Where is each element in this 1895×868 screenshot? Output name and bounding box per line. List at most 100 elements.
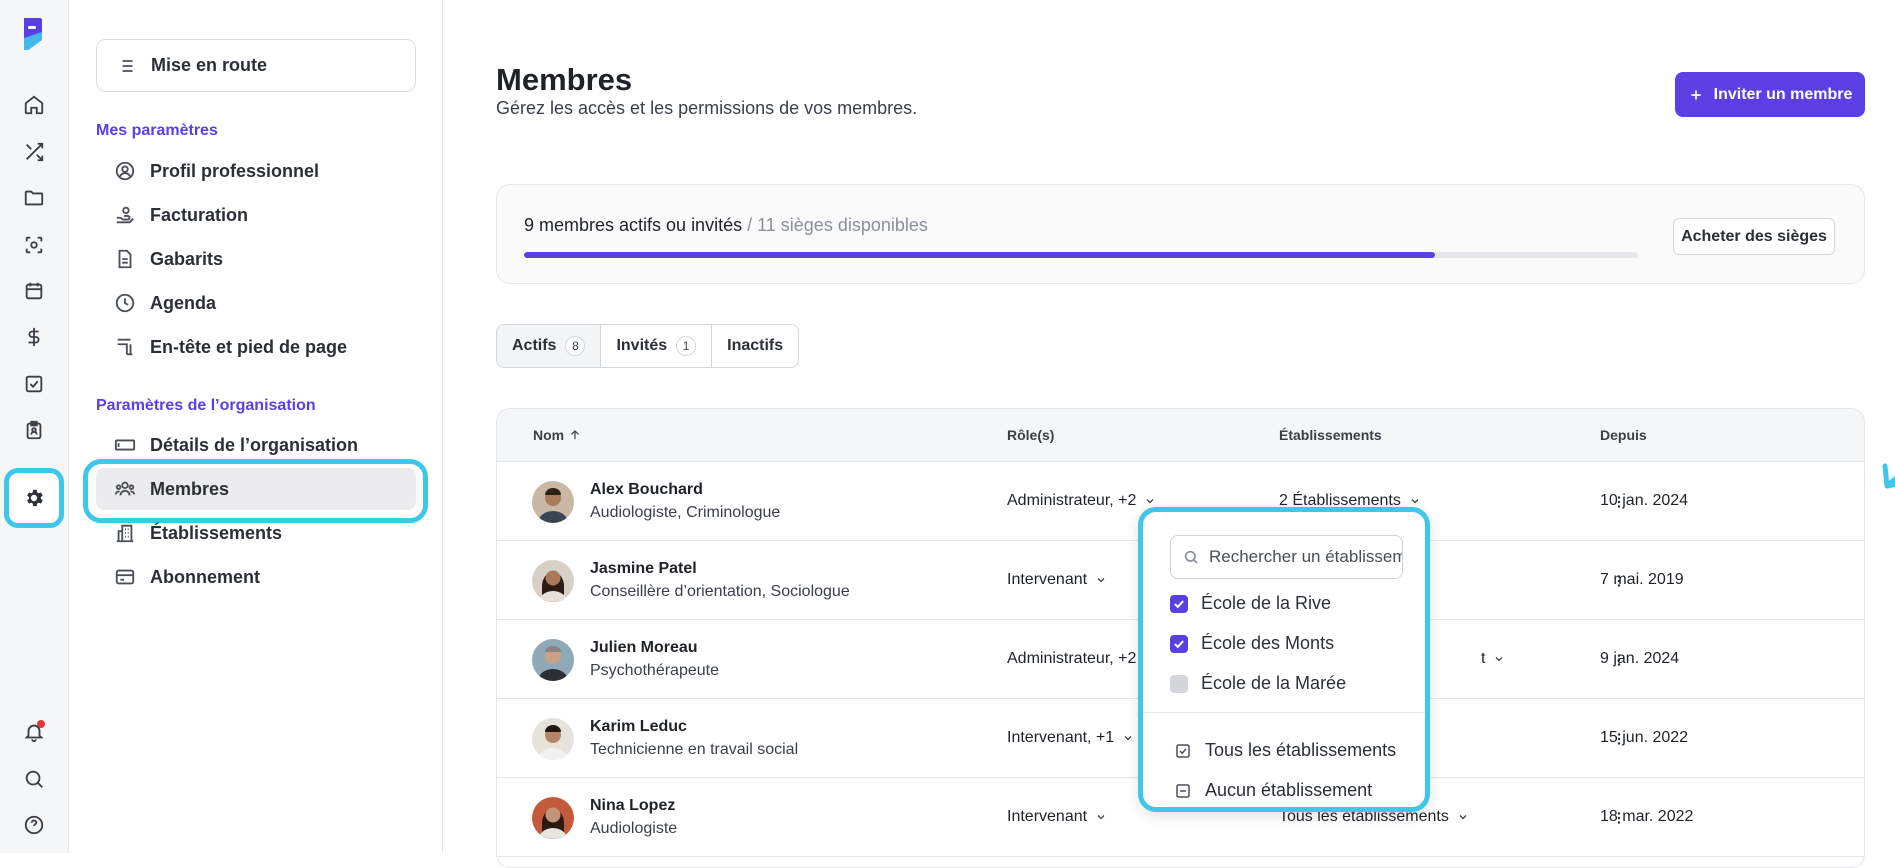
nav-item-agenda[interactable]: Agenda <box>96 282 416 324</box>
nav-item-subscription[interactable]: Abonnement <box>96 556 416 598</box>
col-header-label: Nom <box>533 427 565 443</box>
row-menu-button[interactable] <box>1607 806 1631 830</box>
check-square-icon <box>1176 743 1190 758</box>
member-status-tabs: Actifs 8 Invités 1 Inactifs <box>496 324 800 368</box>
establishment-option[interactable]: École de la Rive <box>1170 593 1331 614</box>
role-dropdown[interactable]: Administrateur, +2 <box>1007 650 1136 668</box>
icon-rail <box>0 0 69 853</box>
role-value: Intervenant <box>1007 571 1088 588</box>
establishments-dropdown[interactable]: t <box>1481 650 1505 668</box>
kebab-menu-icon <box>1617 654 1621 666</box>
calendar-icon[interactable] <box>20 277 48 305</box>
invite-member-button[interactable]: Inviter un membre <box>1675 72 1865 117</box>
billing-hand-icon <box>116 206 134 224</box>
nav-label: Abonnement <box>150 566 260 587</box>
member-title: Technicienne en travail social <box>590 741 799 758</box>
nav-item-billing[interactable]: Facturation <box>96 194 416 236</box>
search-icon[interactable] <box>20 765 48 793</box>
nav-item-templates[interactable]: Gabarits <box>96 238 416 280</box>
chevron-down-icon <box>1097 578 1105 583</box>
option-label: École de la Rive <box>1201 593 1332 613</box>
role-dropdown[interactable]: Intervenant <box>1007 808 1107 826</box>
tab-invited[interactable]: Invités 1 <box>601 325 713 367</box>
building-icon <box>116 524 134 543</box>
nav-label: Profil professionnel <box>150 160 320 181</box>
help-icon[interactable] <box>20 811 48 839</box>
establishments-dropdown-menu: École de la Rive École des Monts École d… <box>1138 507 1430 812</box>
nav-item-header-footer[interactable]: En-tête et pied de page <box>96 326 416 368</box>
nav-item-establishments[interactable]: Établissements <box>96 512 416 554</box>
member-title: Audiologiste, Criminologue <box>590 504 781 521</box>
card-icon <box>114 439 136 451</box>
settings-sidebar: Mise en route Mes paramètres Profil prof… <box>69 0 443 853</box>
invite-label: Inviter un membre <box>1713 85 1853 103</box>
org-settings-title: Paramètres de l’organisation <box>96 397 316 414</box>
header-footer-icon <box>117 338 133 356</box>
dollar-icon[interactable] <box>20 323 48 351</box>
task-icon[interactable] <box>20 370 48 398</box>
member-title: Conseillère d’orientation, Sociologue <box>590 583 850 600</box>
option-label: École de la Marée <box>1201 673 1347 693</box>
establishment-option[interactable]: École de la Marée <box>1170 673 1346 694</box>
col-header-roles[interactable]: Rôle(s) <box>1007 427 1054 443</box>
row-menu-button[interactable] <box>1607 727 1631 751</box>
checkbox-checked[interactable] <box>1170 634 1188 653</box>
chevron-down-icon <box>1097 815 1105 820</box>
nav-label: Établissements <box>150 522 283 543</box>
scan-icon[interactable] <box>20 231 48 259</box>
app-logo[interactable] <box>22 16 44 52</box>
role-value: Administrateur, +2 <box>1007 650 1137 667</box>
seats-count: 9 membres actifs ou invités <box>524 215 743 235</box>
divider <box>1143 712 1425 713</box>
row-menu-button[interactable] <box>1607 569 1631 593</box>
buy-seats-button[interactable]: Acheter des sièges <box>1673 218 1835 255</box>
select-none-action[interactable]: Aucun établissement <box>1174 780 1372 801</box>
tab-count: 8 <box>565 336 586 356</box>
credit-card-icon <box>115 569 135 585</box>
establishment-option[interactable]: École des Monts <box>1170 633 1334 654</box>
role-dropdown[interactable]: Intervenant, +1 <box>1007 729 1134 747</box>
chevron-down-icon <box>1146 499 1154 504</box>
home-icon[interactable] <box>20 91 48 119</box>
role-dropdown[interactable]: Intervenant <box>1007 571 1107 589</box>
clipboard-icon[interactable] <box>20 416 48 444</box>
table-header: Nom Rôle(s) Établissements Depuis <box>497 409 1864 462</box>
row-menu-button[interactable] <box>1607 648 1631 672</box>
establishment-search[interactable] <box>1170 535 1403 579</box>
bell-icon[interactable] <box>20 718 48 746</box>
checkbox-checked[interactable] <box>1170 594 1188 613</box>
tab-inactive[interactable]: Inactifs <box>712 325 798 367</box>
user-circle-icon <box>115 161 135 181</box>
tab-count: 1 <box>676 336 697 356</box>
establishments-value: t <box>1481 650 1486 667</box>
member-name: Nina Lopez <box>590 797 676 814</box>
avatar <box>532 639 574 681</box>
nav-label: En-tête et pied de page <box>150 336 348 357</box>
onboarding-button[interactable]: Mise en route <box>96 39 416 92</box>
list-icon <box>118 59 133 72</box>
folder-icon[interactable] <box>20 184 48 212</box>
role-dropdown[interactable]: Administrateur, +2 <box>1007 492 1156 510</box>
gear-icon[interactable] <box>20 484 48 512</box>
nav-item-org-details[interactable]: Détails de l’organisation <box>96 424 416 466</box>
nav-item-profile[interactable]: Profil professionnel <box>96 150 416 192</box>
sort-up-icon <box>571 430 580 440</box>
shuffle-icon[interactable] <box>20 138 48 166</box>
nav-label: Gabarits <box>150 248 224 269</box>
col-header-name[interactable]: Nom <box>533 427 582 443</box>
seats-summary: 9 membres actifs ou invités / 11 sièges … <box>524 215 928 236</box>
tab-active[interactable]: Actifs 8 <box>497 325 602 367</box>
nav-item-members[interactable]: Membres <box>96 468 416 510</box>
checkbox-unchecked[interactable] <box>1170 674 1188 693</box>
users-icon <box>114 481 136 496</box>
col-header-establishments[interactable]: Établissements <box>1279 427 1382 443</box>
select-none-label: Aucun établissement <box>1205 780 1373 800</box>
nav-label: Détails de l’organisation <box>150 434 359 455</box>
col-header-since[interactable]: Depuis <box>1600 427 1647 443</box>
establishment-search-input[interactable] <box>1209 547 1402 567</box>
select-all-action[interactable]: Tous les établissements <box>1174 740 1396 761</box>
row-menu-button[interactable] <box>1607 490 1631 514</box>
search-icon <box>1184 550 1198 564</box>
document-icon <box>118 249 132 269</box>
minus-square-icon <box>1176 783 1190 798</box>
